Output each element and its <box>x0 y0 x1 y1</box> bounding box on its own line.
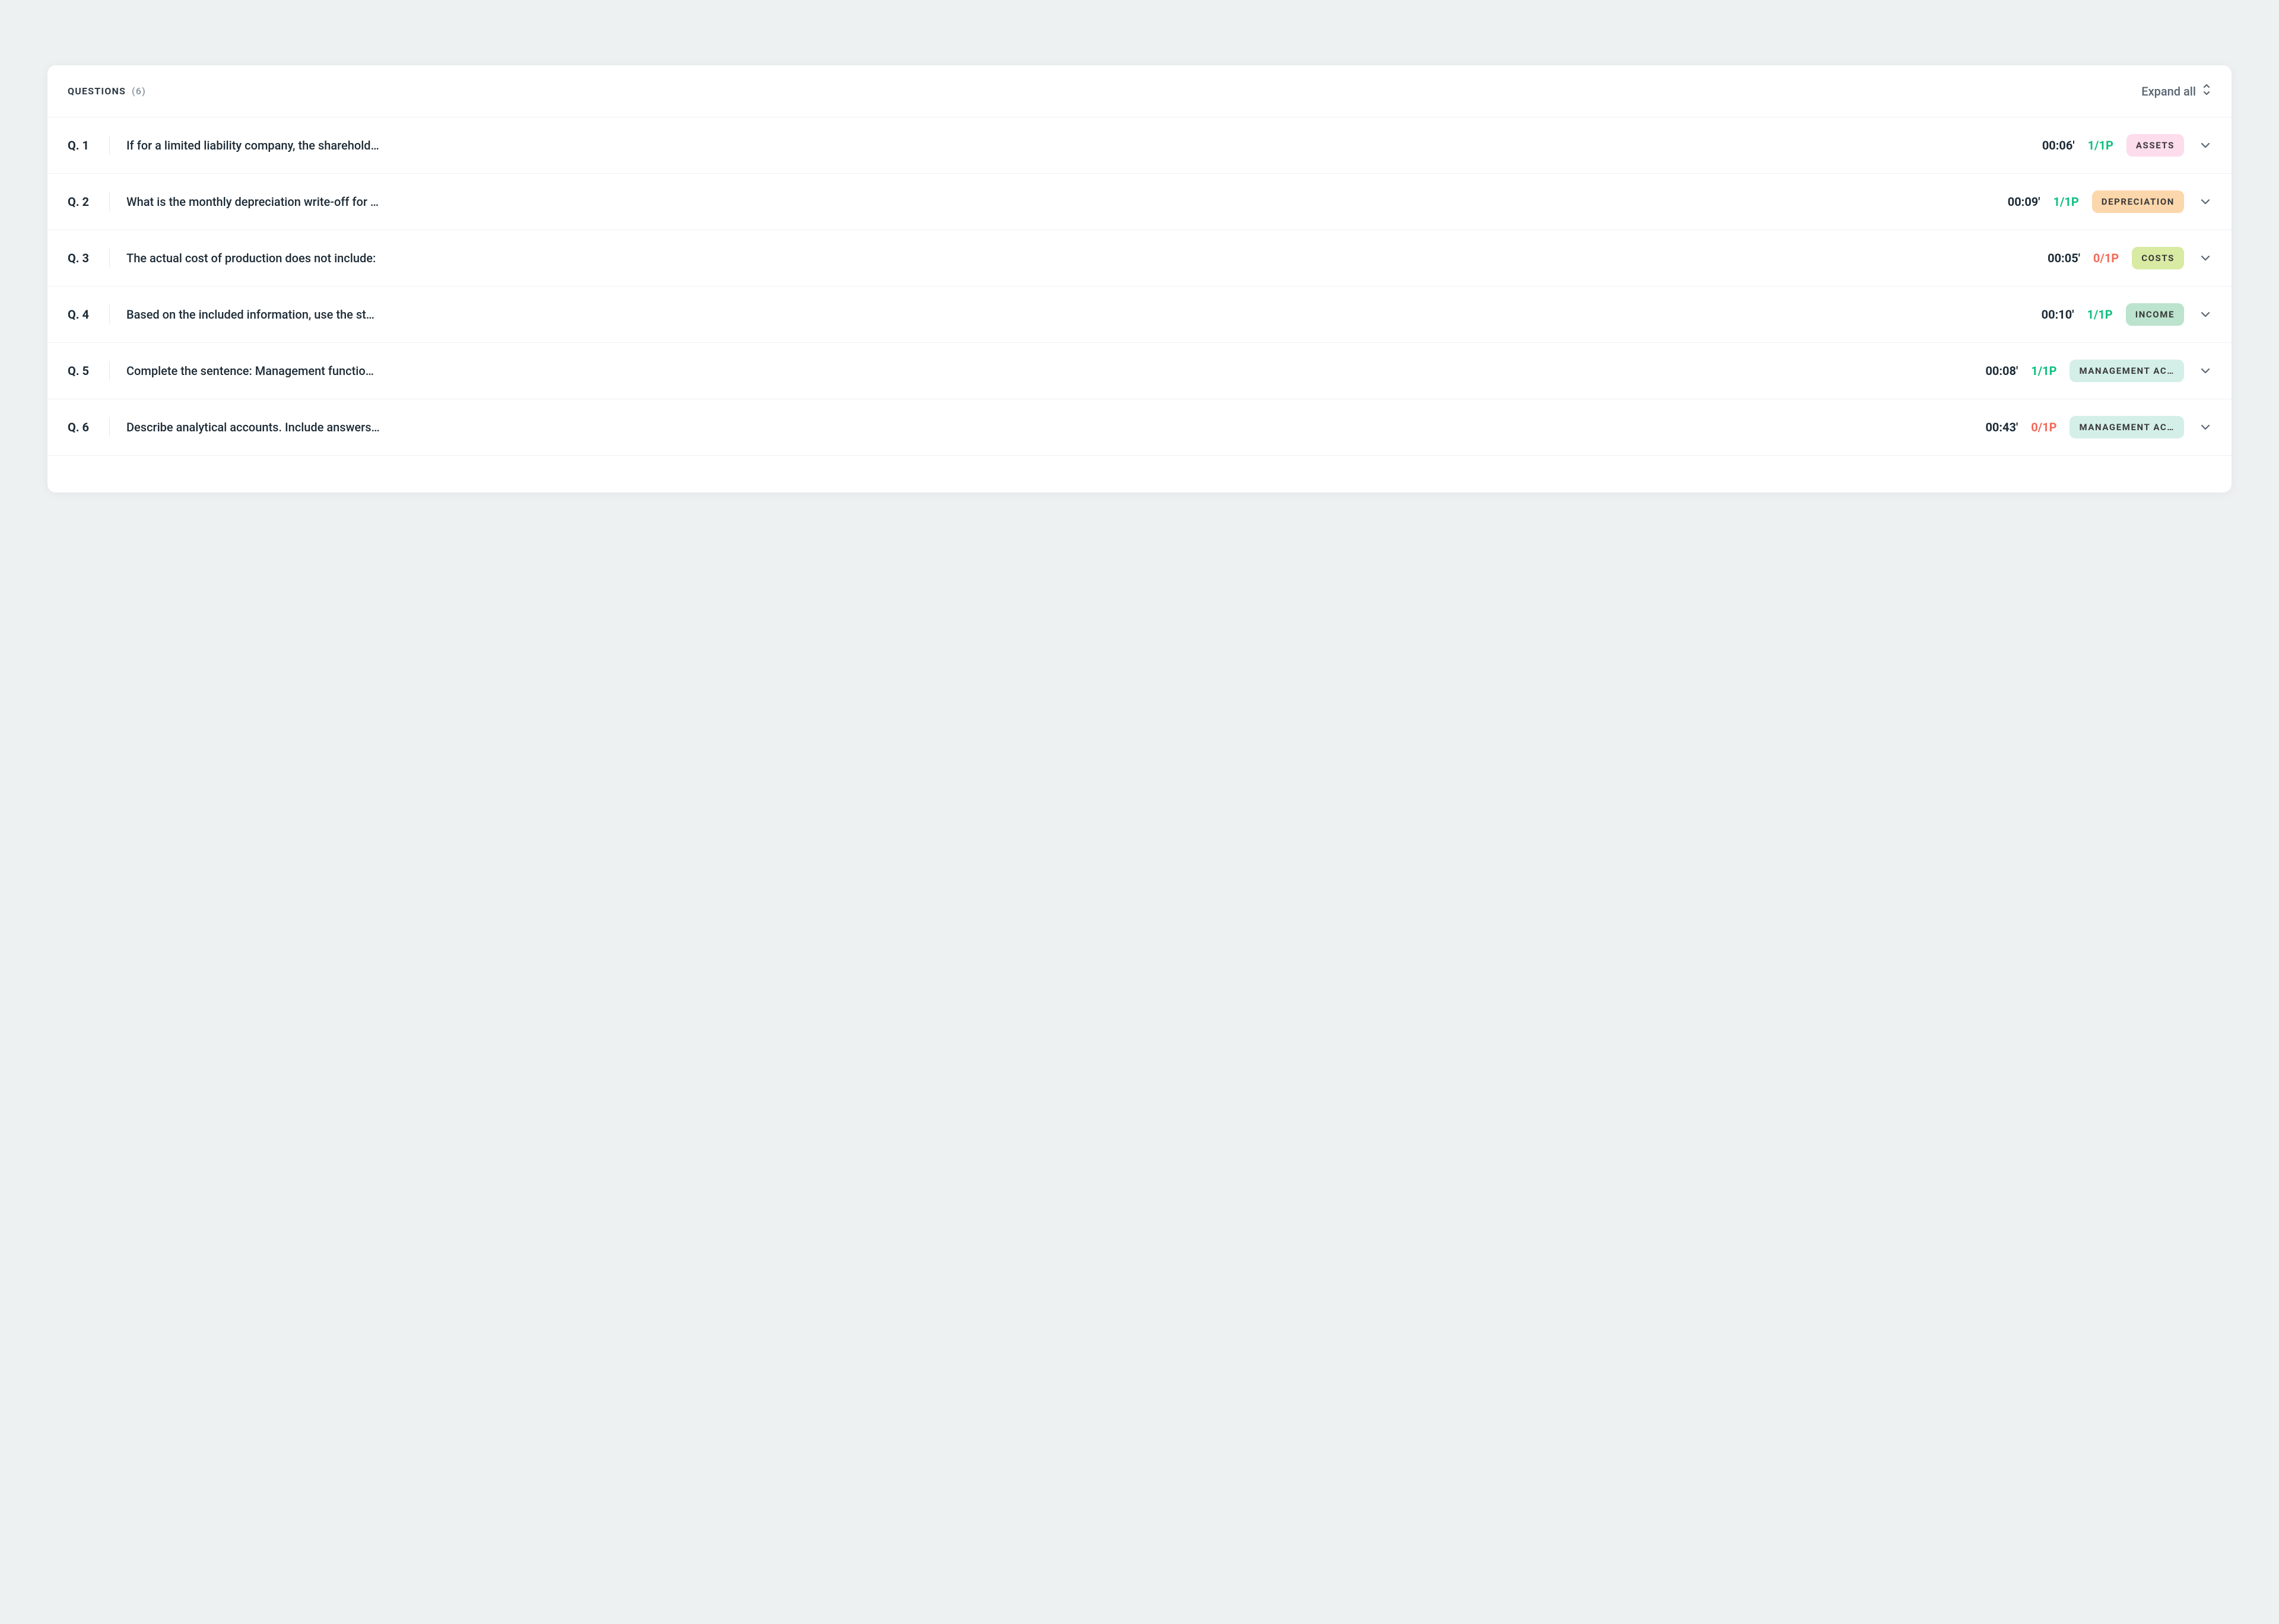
question-score: 0/1P <box>2031 420 2056 434</box>
question-row[interactable]: Q. 4 Based on the included information, u… <box>47 287 2232 343</box>
question-score: 1/1P <box>2031 364 2056 378</box>
question-text: What is the monthly depreciation write-o… <box>126 195 2008 209</box>
question-number: Q. 3 <box>68 251 109 265</box>
question-time: 00:06' <box>2042 138 2075 152</box>
divider <box>109 192 110 211</box>
category-tag: MANAGEMENT AC… <box>2069 416 2184 438</box>
question-row[interactable]: Q. 2 What is the monthly depreciation wri… <box>47 174 2232 230</box>
question-row[interactable]: Q. 3 The actual cost of production does n… <box>47 230 2232 287</box>
category-tag: MANAGEMENT AC… <box>2069 360 2184 382</box>
category-tag: ASSETS <box>2126 134 2184 157</box>
panel-header: QUESTIONS (6) Expand all <box>47 65 2232 117</box>
question-time: 00:43' <box>1985 420 2018 434</box>
section-title: QUESTIONS <box>68 85 126 97</box>
question-text: Complete the sentence: Management functi… <box>126 364 1985 378</box>
section-title-wrap: QUESTIONS (6) <box>68 85 146 97</box>
expand-collapse-icon <box>2202 83 2211 99</box>
divider <box>109 361 110 380</box>
section-count: (6) <box>132 85 146 97</box>
question-row[interactable]: Q. 1 If for a limited liability company, … <box>47 117 2232 174</box>
category-tag: DEPRECIATION <box>2092 190 2184 213</box>
divider <box>109 418 110 437</box>
expand-all-button[interactable]: Expand all <box>2141 83 2211 99</box>
question-number: Q. 6 <box>68 420 109 434</box>
question-score: 1/1P <box>2088 138 2113 152</box>
category-tag: COSTS <box>2132 247 2184 269</box>
chevron-down-icon[interactable] <box>2199 309 2211 320</box>
question-time: 00:05' <box>2048 251 2080 265</box>
question-list: Q. 1 If for a limited liability company, … <box>47 117 2232 456</box>
panel-footer <box>47 456 2232 492</box>
question-score: 1/1P <box>2087 307 2112 322</box>
question-row[interactable]: Q. 6 Describe analytical accounts. Includ… <box>47 399 2232 456</box>
questions-panel: QUESTIONS (6) Expand all Q. 1 If for a li… <box>47 65 2232 492</box>
question-text: If for a limited liability company, the … <box>126 138 2042 152</box>
question-text: Based on the included information, use t… <box>126 307 2042 322</box>
chevron-down-icon[interactable] <box>2199 252 2211 264</box>
chevron-down-icon[interactable] <box>2199 196 2211 208</box>
divider <box>109 305 110 324</box>
question-text: The actual cost of production does not i… <box>126 251 2048 265</box>
expand-all-label: Expand all <box>2141 84 2196 98</box>
question-number: Q. 4 <box>68 307 109 322</box>
chevron-down-icon[interactable] <box>2199 139 2211 151</box>
question-number: Q. 1 <box>68 138 109 152</box>
question-number: Q. 2 <box>68 195 109 209</box>
question-time: 00:10' <box>2042 307 2074 322</box>
question-time: 00:08' <box>1985 364 2018 378</box>
chevron-down-icon[interactable] <box>2199 421 2211 433</box>
chevron-down-icon[interactable] <box>2199 365 2211 377</box>
question-time: 00:09' <box>2008 195 2040 209</box>
question-text: Describe analytical accounts. Include an… <box>126 420 1985 434</box>
question-number: Q. 5 <box>68 364 109 378</box>
divider <box>109 249 110 268</box>
question-row[interactable]: Q. 5 Complete the sentence: Management fu… <box>47 343 2232 399</box>
category-tag: INCOME <box>2126 303 2184 326</box>
question-score: 0/1P <box>2093 251 2119 265</box>
question-score: 1/1P <box>2053 195 2079 209</box>
divider <box>109 136 110 155</box>
